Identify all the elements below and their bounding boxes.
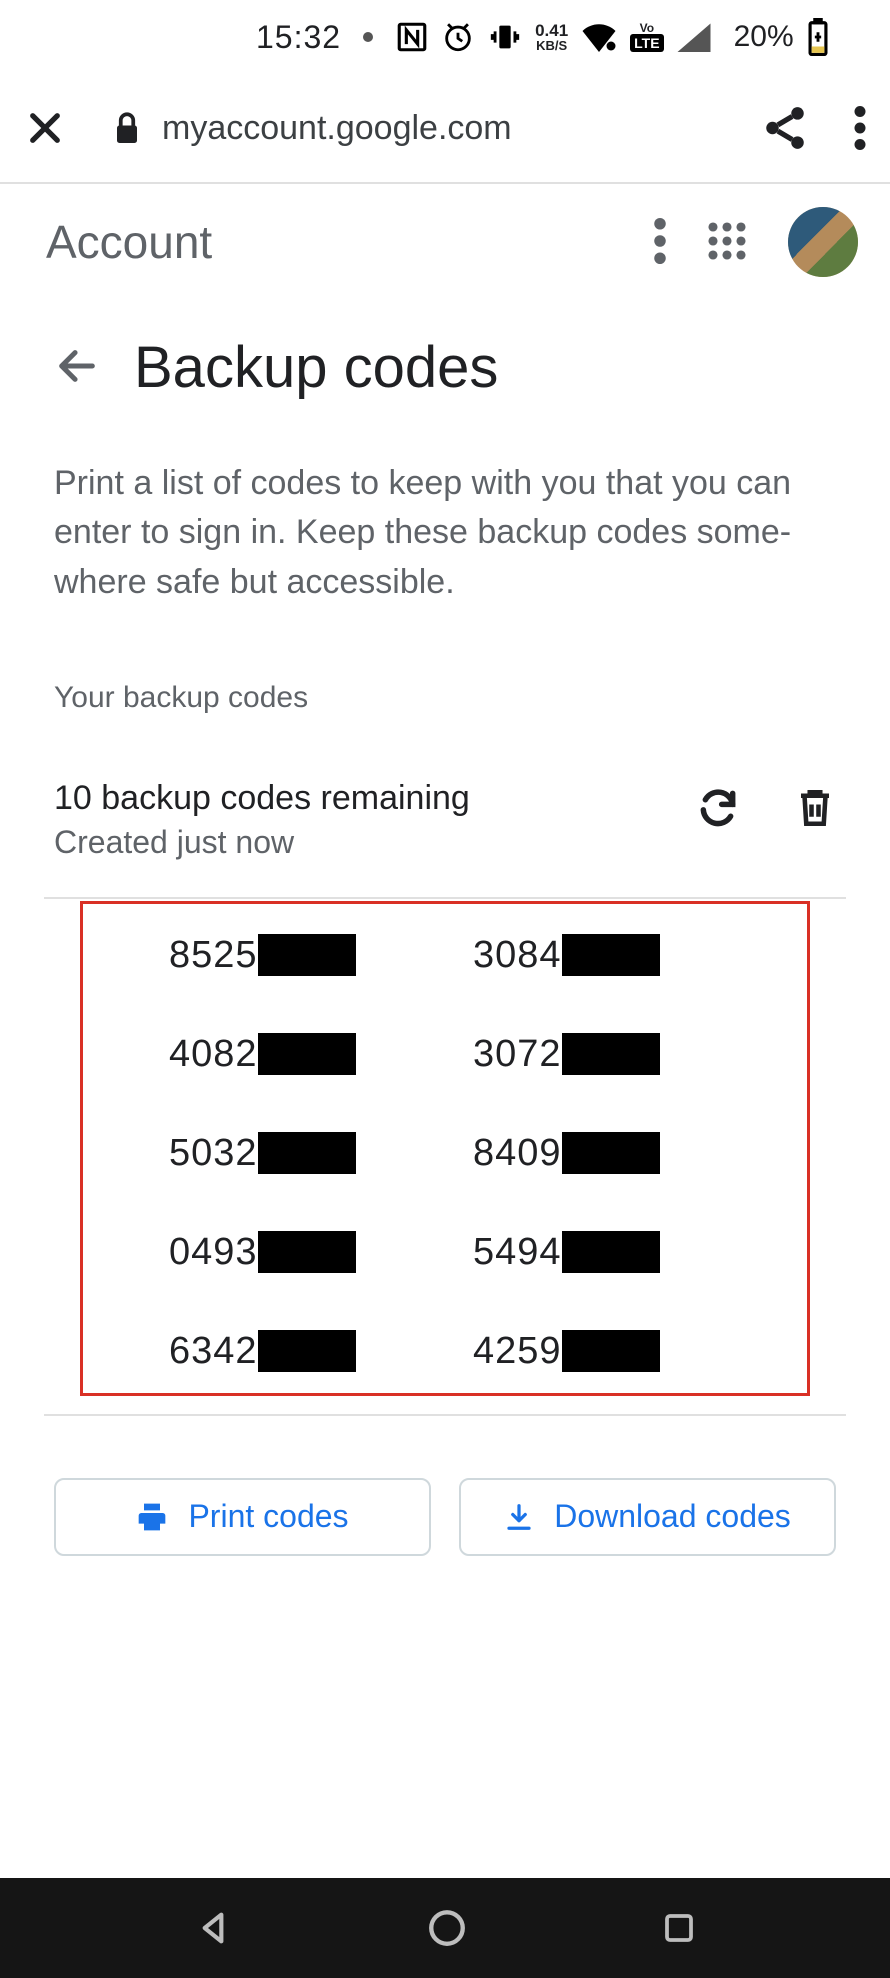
- code-redacted-part: [258, 1231, 356, 1273]
- backup-code-item: 3072: [463, 1033, 777, 1076]
- code-visible-part: 4259: [473, 1330, 562, 1373]
- codes-grid: 8525 3084 4082 3072 5032 8409 0493 5494 …: [113, 934, 777, 1373]
- code-redacted-part: [562, 934, 660, 976]
- code-redacted-part: [258, 1330, 356, 1372]
- codes-status-row: 10 backup codes remaining Created just n…: [54, 779, 836, 861]
- android-status-bar: 15:32 0.41 KB/S Vo LTE: [0, 0, 890, 74]
- arrow-left-icon: [54, 343, 100, 389]
- backup-code-item: 4259: [463, 1330, 777, 1373]
- signal-icon: [676, 22, 712, 52]
- lock-icon: [112, 110, 142, 146]
- download-codes-button[interactable]: Download codes: [459, 1478, 836, 1556]
- triangle-back-icon: [193, 1908, 233, 1948]
- code-visible-part: 6342: [169, 1330, 258, 1373]
- code-visible-part: 8409: [473, 1132, 562, 1175]
- account-header: Account: [0, 184, 890, 300]
- code-redacted-part: [258, 934, 356, 976]
- share-button[interactable]: [760, 103, 810, 153]
- volte-top: Vo: [640, 22, 654, 34]
- alarm-icon: [441, 20, 475, 54]
- nfc-icon: [395, 20, 429, 54]
- codes-created-text: Created just now: [54, 824, 696, 861]
- action-buttons-row: Print codes Download codes: [54, 1478, 836, 1556]
- url-text[interactable]: myaccount.google.com: [162, 109, 512, 148]
- backup-code-item: 6342: [113, 1330, 427, 1373]
- code-visible-part: 3072: [473, 1033, 562, 1076]
- refresh-icon: [696, 786, 740, 830]
- code-visible-part: 4082: [169, 1033, 258, 1076]
- square-recents-icon: [661, 1910, 697, 1946]
- page-description: Print a list of codes to keep with you t…: [54, 459, 836, 607]
- share-icon: [760, 103, 810, 153]
- wifi-icon: [580, 22, 618, 52]
- browser-toolbar: myaccount.google.com: [0, 74, 890, 184]
- codes-remaining-text: 10 backup codes remaining: [54, 779, 696, 818]
- page-title-row: Backup codes: [54, 334, 836, 401]
- status-icons-group: 0.41 KB/S Vo LTE 20%: [395, 18, 830, 56]
- section-label: Your backup codes: [54, 681, 836, 715]
- codes-highlight-box: 8525 3084 4082 3072 5032 8409 0493 5494 …: [80, 901, 810, 1396]
- print-codes-button[interactable]: Print codes: [54, 1478, 431, 1556]
- divider: [44, 897, 846, 899]
- network-speed-indicator: 0.41 KB/S: [535, 22, 568, 52]
- code-redacted-part: [562, 1033, 660, 1075]
- backup-code-item: 4082: [113, 1033, 427, 1076]
- code-visible-part: 5032: [169, 1132, 258, 1175]
- nav-back-button[interactable]: [193, 1908, 233, 1948]
- code-visible-part: 3084: [473, 934, 562, 977]
- nav-recents-button[interactable]: [661, 1910, 697, 1946]
- status-separator-dot: [363, 32, 373, 42]
- delete-codes-button[interactable]: [794, 785, 836, 834]
- code-redacted-part: [258, 1132, 356, 1174]
- google-apps-button[interactable]: [706, 220, 748, 265]
- code-redacted-part: [562, 1330, 660, 1372]
- circle-home-icon: [426, 1907, 468, 1949]
- battery-percentage: 20%: [734, 20, 794, 54]
- volte-indicator: Vo LTE: [630, 22, 663, 52]
- code-visible-part: 8525: [169, 934, 258, 977]
- download-codes-label: Download codes: [554, 1498, 791, 1535]
- apps-grid-icon: [706, 220, 748, 262]
- backup-code-item: 5032: [113, 1132, 427, 1175]
- divider: [44, 1414, 846, 1416]
- network-speed-unit: KB/S: [536, 39, 567, 52]
- backup-code-item: 8525: [113, 934, 427, 977]
- lte-badge: LTE: [630, 34, 663, 52]
- battery-icon: [806, 18, 830, 56]
- download-icon: [504, 1502, 534, 1532]
- profile-avatar[interactable]: [788, 207, 858, 277]
- vibrate-icon: [487, 20, 523, 54]
- back-button[interactable]: [54, 343, 100, 392]
- code-visible-part: 0493: [169, 1231, 258, 1274]
- nav-home-button[interactable]: [426, 1907, 468, 1949]
- code-redacted-part: [562, 1132, 660, 1174]
- backup-code-item: 5494: [463, 1231, 777, 1274]
- browser-menu-button[interactable]: [854, 106, 866, 150]
- network-speed-value: 0.41: [535, 22, 568, 39]
- regenerate-codes-button[interactable]: [696, 785, 740, 834]
- backup-code-item: 3084: [463, 934, 777, 977]
- trash-icon: [794, 785, 836, 831]
- backup-code-item: 0493: [113, 1231, 427, 1274]
- android-navigation-bar: [0, 1878, 890, 1978]
- close-tab-button[interactable]: [24, 107, 66, 149]
- account-options-button[interactable]: [654, 218, 666, 267]
- code-redacted-part: [562, 1231, 660, 1273]
- close-icon: [24, 107, 66, 149]
- account-title: Account: [46, 215, 614, 269]
- kebab-menu-icon: [854, 106, 866, 150]
- backup-code-item: 8409: [463, 1132, 777, 1175]
- print-icon: [136, 1501, 168, 1533]
- code-visible-part: 5494: [473, 1231, 562, 1274]
- page-title: Backup codes: [134, 334, 498, 401]
- page-content: Backup codes Print a list of codes to ke…: [0, 300, 890, 1878]
- kebab-menu-icon: [654, 218, 666, 264]
- code-redacted-part: [258, 1033, 356, 1075]
- status-time: 15:32: [256, 19, 341, 56]
- print-codes-label: Print codes: [188, 1498, 348, 1535]
